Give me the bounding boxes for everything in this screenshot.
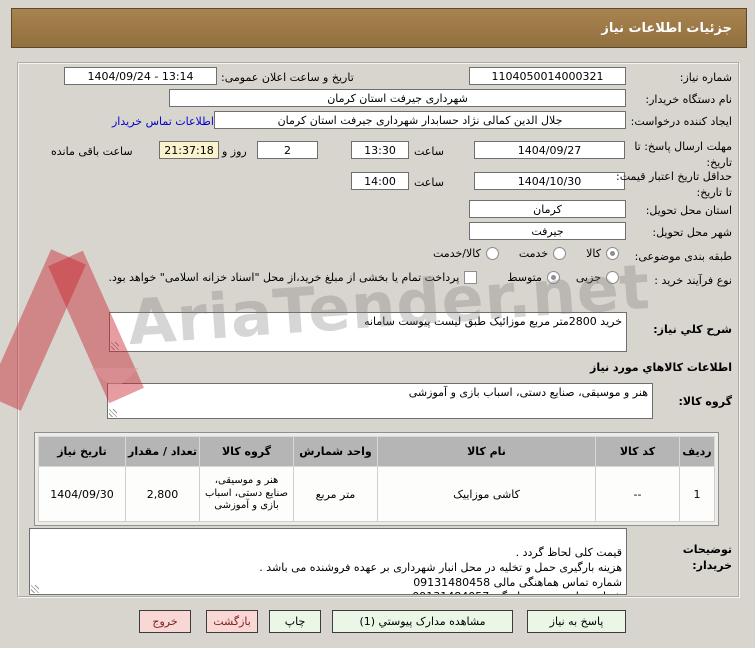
need-number-label: شماره نیاز: <box>680 71 733 84</box>
response-deadline-time-field[interactable] <box>352 141 410 159</box>
remaining-suffix: ساعت باقی مانده <box>52 145 134 158</box>
buyer-org-field[interactable] <box>170 89 627 107</box>
buyer-notes-textarea[interactable]: قیمت کلی لحاظ گردد . هزینه بارگیری حمل و… <box>30 528 628 595</box>
buyer-notes-label: توضیحات خریدار: <box>683 543 733 572</box>
exit-button[interactable]: خروج <box>140 610 192 633</box>
radio-medium[interactable]: متوسط <box>508 271 561 284</box>
col-quantity: تعداد / مقدار <box>126 436 201 467</box>
radio-medium-label: متوسط <box>508 271 543 284</box>
cell-row-number: 1 <box>680 466 716 522</box>
radio-goods-label: کالا <box>587 247 602 260</box>
announce-datetime-field[interactable] <box>65 67 218 85</box>
buyer-org-label: نام دستگاه خریدار: <box>646 93 733 106</box>
need-description-label: شرح كلي نياز: <box>654 323 733 336</box>
back-button[interactable]: بازگشت <box>207 610 259 633</box>
treasury-checkbox-option[interactable]: پرداخت تمام یا بخشی از مبلغ خرید،از محل … <box>110 271 479 284</box>
radio-goods-service[interactable]: کالا/خدمت <box>434 247 500 260</box>
resize-grip-icon[interactable] <box>32 585 40 593</box>
table-row[interactable]: 1 -- کاشی موزاییک متر مربع هنر و موسیقی،… <box>39 466 716 522</box>
remaining-days-word: روز و <box>223 145 248 158</box>
price-validity-time-field[interactable] <box>352 172 410 190</box>
respond-to-need-button[interactable]: پاسخ به نیاز <box>528 610 627 633</box>
radio-partial[interactable]: جزیی <box>577 271 620 284</box>
process-type-label: نوع فرآیند خرید : <box>655 274 733 287</box>
need-description-textarea[interactable]: خرید 2800متر مربع موزائیک طبق لیست پیوست… <box>110 312 628 352</box>
print-button[interactable]: چاپ <box>270 610 322 633</box>
cell-quantity: 2,800 <box>126 466 201 522</box>
need-number-field[interactable] <box>470 67 627 85</box>
col-need-date: تاریخ نیاز <box>39 436 127 467</box>
goods-group-textarea[interactable]: هنر و موسیقی، صنایع دستی، اسباب بازی و آ… <box>108 383 654 419</box>
price-validity-date-field[interactable] <box>475 172 626 190</box>
cell-unit: متر مربع <box>294 466 379 522</box>
goods-group-text: هنر و موسیقی، صنایع دستی، اسباب بازی و آ… <box>409 386 649 399</box>
radio-goods-icon[interactable] <box>607 247 620 260</box>
radio-service[interactable]: خدمت <box>519 247 568 260</box>
buyer-notes-text: قیمت کلی لحاظ گردد . هزینه بارگیری حمل و… <box>260 545 623 594</box>
goods-section-title: اطلاعات كالاهاي مورد نياز <box>591 361 733 374</box>
radio-partial-icon[interactable] <box>607 271 620 284</box>
classification-options: کالا خدمت کالا/خدمت <box>434 247 620 260</box>
col-goods-group: گروه کالا <box>200 436 295 467</box>
radio-goods-service-label: کالا/خدمت <box>434 247 482 260</box>
need-description-text: خرید 2800متر مربع موزائیک طبق لیست پیوست… <box>365 315 623 328</box>
request-creator-label: ایجاد کننده درخواست: <box>631 115 733 128</box>
delivery-city-label: شهر محل تحویل: <box>653 226 733 239</box>
goods-group-label: گروه کالا: <box>679 395 733 408</box>
announce-datetime-label: تاریخ و ساعت اعلان عمومی: <box>222 71 355 84</box>
radio-service-icon[interactable] <box>554 247 568 260</box>
response-deadline-date-field[interactable] <box>475 141 626 159</box>
radio-goods[interactable]: کالا <box>587 247 620 260</box>
col-goods-code: کد کالا <box>596 436 681 467</box>
radio-service-label: خدمت <box>519 247 550 260</box>
view-attachments-button[interactable]: مشاهده مدارک پیوستي (1) <box>333 610 514 633</box>
delivery-city-field[interactable] <box>470 222 627 240</box>
treasury-checkbox[interactable] <box>465 271 479 284</box>
price-validity-label: حداقل تاریخ اعتبار قیمت: تا تاریخ: <box>617 170 733 199</box>
delivery-province-field[interactable] <box>470 200 627 218</box>
buyer-contact-link[interactable]: اطلاعات تماس خریدار <box>113 114 215 130</box>
delivery-province-label: استان محل تحویل: <box>646 204 733 217</box>
cell-need-date: 1404/09/30 <box>39 466 127 522</box>
process-type-options: جزیی متوسط پرداخت تمام یا بخشی از مبلغ خ… <box>55 271 620 284</box>
response-deadline-hour-label: ساعت <box>415 145 445 158</box>
col-unit: واحد شمارش <box>294 436 379 467</box>
response-deadline-label: مهلت ارسال پاسخ: تا تاریخ: <box>635 140 733 169</box>
radio-medium-icon[interactable] <box>547 271 561 284</box>
radio-goods-service-icon[interactable] <box>486 247 500 260</box>
remaining-time-field[interactable] <box>160 141 220 159</box>
radio-partial-label: جزیی <box>576 271 602 284</box>
treasury-checkbox-label: پرداخت تمام یا بخشی از مبلغ خرید،از محل … <box>109 271 461 284</box>
col-row-number: ردیف <box>680 436 716 467</box>
goods-table: ردیف کد کالا نام کالا واحد شمارش گروه کا… <box>35 432 720 526</box>
price-validity-hour-label: ساعت <box>415 176 445 189</box>
goods-table-header-row: ردیف کد کالا نام کالا واحد شمارش گروه کا… <box>39 436 716 467</box>
cell-goods-group: هنر و موسیقی، صنایع دستی، اسباب بازی و آ… <box>200 466 295 522</box>
remaining-days-field[interactable] <box>258 141 319 159</box>
classification-label: طبقه بندی موضوعی: <box>635 250 733 263</box>
page-title: جزئیات اطلاعات نیاز <box>12 8 748 48</box>
col-goods-name: نام کالا <box>378 436 597 467</box>
request-creator-field[interactable] <box>215 111 627 129</box>
cell-goods-code: -- <box>596 466 681 522</box>
need-details-window: جزئیات اطلاعات نیاز شماره نیاز: تاریخ و … <box>0 0 755 648</box>
cell-goods-name: کاشی موزاییک <box>378 466 597 522</box>
resize-grip-icon[interactable] <box>112 342 120 350</box>
resize-grip-icon[interactable] <box>110 409 118 417</box>
